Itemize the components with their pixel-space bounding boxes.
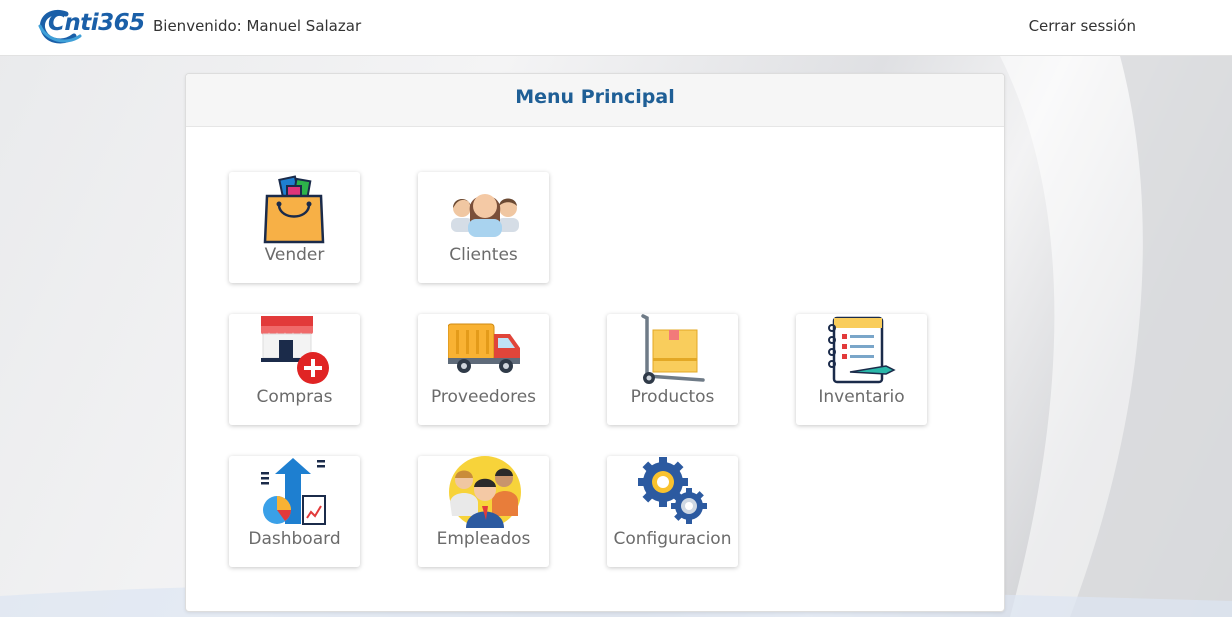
top-navbar: Cnti365 Bienvenido: Manuel Salazar Cerra… [0,0,1232,56]
growth-chart-icon [261,458,326,525]
store-add-icon [261,316,329,384]
menu-tile-configuracion[interactable]: Configuracion [607,456,738,567]
menu-tile-label: Productos [630,387,715,407]
menu-tile-label: Clientes [449,245,518,265]
menu-tile-proveedores[interactable]: Proveedores [418,314,549,425]
menu-tile-clientes[interactable]: Clientes [418,172,549,283]
menu-tile-label: Inventario [818,387,905,407]
menu-tile-label: Dashboard [248,529,341,549]
logout-link[interactable]: Cerrar sessión [1029,17,1136,35]
menu-tile-vender[interactable]: Vender [229,172,360,283]
delivery-truck-icon [448,323,520,373]
menu-tile-label: Configuracion [613,529,732,549]
notebook-checklist-icon [828,316,896,384]
gears-icon [638,457,707,524]
welcome-message: Bienvenido: Manuel Salazar [153,17,362,35]
menu-tile-compras[interactable]: Compras [229,314,360,425]
panel-title: Menu Principal [515,86,675,108]
menu-tile-inventario[interactable]: Inventario [796,314,927,425]
menu-tile-dashboard[interactable]: Dashboard [229,456,360,567]
customers-icon [451,194,519,237]
main-menu-panel: Menu Principal Vender Clientes Compras P… [185,73,1005,612]
menu-tile-empleados[interactable]: Empleados [418,456,549,567]
employees-icon [449,456,521,528]
menu-tile-label: Empleados [436,529,531,549]
brand-logo-text[interactable]: Cnti365 [48,10,145,36]
menu-tile-productos[interactable]: Productos [607,314,738,425]
panel-header: Menu Principal [186,74,1004,127]
menu-tile-label: Proveedores [430,387,537,407]
shopping-bag-icon [263,175,325,244]
hand-truck-box-icon [641,314,705,384]
menu-tile-label: Compras [256,387,333,407]
menu-tile-label: Vender [264,245,325,265]
